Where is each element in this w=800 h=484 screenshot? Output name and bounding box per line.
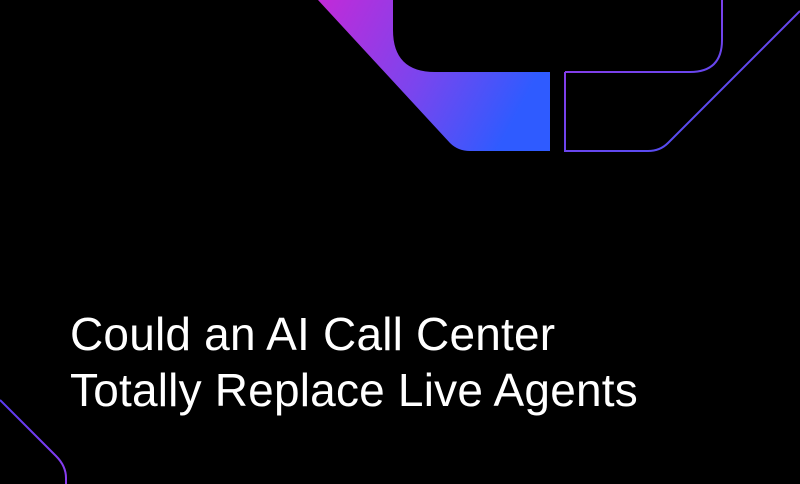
hero-banner: Could an AI Call Center Totally Replace …	[0, 0, 800, 484]
headline-line-1: Could an AI Call Center	[70, 308, 556, 360]
headline: Could an AI Call Center Totally Replace …	[70, 306, 638, 418]
gradient-chevron-shape	[318, 0, 550, 151]
outline-chevron-shape	[564, 0, 800, 152]
corner-outline-shape	[0, 399, 67, 484]
headline-line-2: Totally Replace Live Agents	[70, 364, 638, 416]
